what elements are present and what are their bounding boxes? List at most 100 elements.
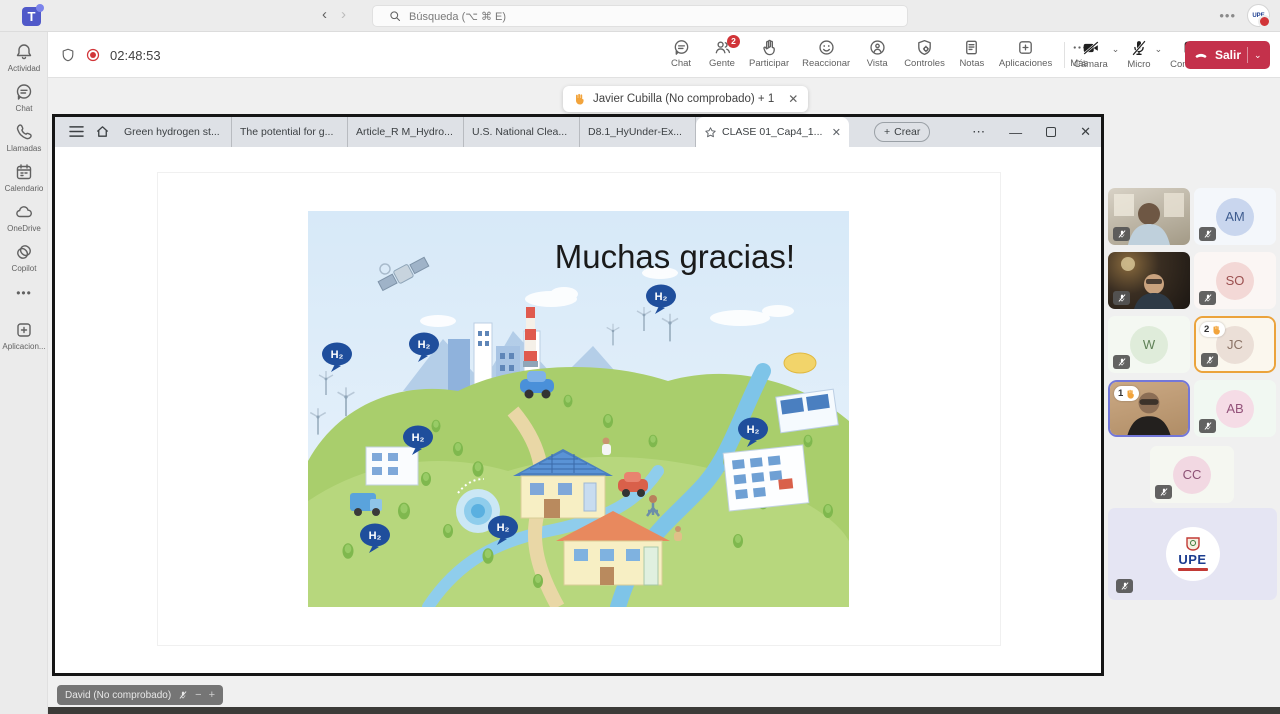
- meeting-timer: 02:48:53: [110, 48, 161, 63]
- sidebar-item-copilot[interactable]: Copilot: [0, 242, 48, 273]
- sidebar-item-calls[interactable]: Llamadas: [0, 122, 48, 153]
- controls-button[interactable]: Controles: [901, 34, 948, 73]
- people-button[interactable]: 2 Gente: [705, 34, 739, 73]
- window-minimize-icon[interactable]: —: [1009, 125, 1022, 140]
- nav-forward-icon[interactable]: ›: [341, 6, 346, 23]
- zoom-out-icon[interactable]: −: [195, 689, 201, 701]
- slide-title: Muchas gracias!: [555, 238, 795, 275]
- participant-tile-am[interactable]: AM: [1194, 188, 1276, 245]
- participant-tile-cc[interactable]: CC: [1150, 446, 1234, 503]
- raised-hand-badge: 2: [1200, 322, 1225, 337]
- raised-hand-icon: [760, 38, 779, 57]
- menu-icon[interactable]: [69, 125, 84, 138]
- office-building: [723, 445, 809, 511]
- participant-tile-jc[interactable]: JC 2: [1194, 316, 1276, 373]
- leave-dropdown-icon[interactable]: ⌄: [1254, 50, 1262, 61]
- camera-off-icon: [1081, 38, 1101, 58]
- camera-dropdown-icon[interactable]: ⌄: [1112, 44, 1120, 55]
- browser-tab[interactable]: Green hydrogen st...: [116, 117, 232, 147]
- notes-button[interactable]: Notas: [955, 34, 989, 73]
- camera-button[interactable]: Cámara: [1072, 34, 1110, 74]
- app-title-bar: T ‹ › Búsqueda (⌥ ⌘ E) ••• UPE: [0, 0, 1280, 32]
- apps-plus-icon: [14, 320, 34, 340]
- slide-illustration: H₂ H₂ H₂ H₂ H₂ H₂ H₂ Muchas gracias!: [308, 211, 849, 607]
- muted-mic-icon: [1113, 227, 1130, 241]
- sidebar-item-activity[interactable]: Actividad: [0, 42, 48, 73]
- leave-button[interactable]: Salir ⌄: [1185, 41, 1270, 69]
- zoom-in-icon[interactable]: +: [209, 689, 215, 701]
- toolbar-divider: [1064, 42, 1065, 68]
- factory-left: [366, 447, 418, 485]
- mic-dropdown-icon[interactable]: ⌄: [1155, 44, 1163, 55]
- window-close-icon[interactable]: ✕: [1080, 124, 1091, 140]
- browser-tab[interactable]: D8.1_HyUnder-Ex...: [580, 117, 696, 147]
- raise-hand-button[interactable]: Participar: [746, 34, 792, 73]
- recording-indicator-icon: [86, 48, 100, 62]
- tab-close-icon[interactable]: ✕: [832, 126, 841, 139]
- participant-video-tile[interactable]: [1108, 188, 1190, 245]
- apps-button[interactable]: Aplicaciones: [996, 34, 1055, 73]
- profile-avatar[interactable]: UPE: [1247, 4, 1270, 27]
- avatar: W: [1130, 326, 1168, 364]
- participant-tile-w[interactable]: W: [1108, 316, 1190, 373]
- new-tab-button[interactable]: +Crear: [874, 122, 930, 142]
- nav-back-icon[interactable]: ‹: [322, 6, 327, 23]
- mic-control: Micro ⌄: [1125, 34, 1168, 74]
- participant-video-tile-david[interactable]: 1: [1108, 380, 1190, 437]
- upe-logo: UPE: [1166, 527, 1220, 581]
- raised-hand-toast[interactable]: Javier Cubilla (No comprobado) + 1 ✕: [563, 86, 808, 112]
- sidebar-item-apps[interactable]: Aplicacion...: [0, 320, 48, 351]
- participant-tile-ab[interactable]: AB: [1194, 380, 1276, 437]
- smiley-icon: [817, 38, 836, 57]
- browser-tab[interactable]: U.S. National Clea...: [464, 117, 580, 147]
- browser-tab[interactable]: The potential for g...: [232, 117, 348, 147]
- chat-icon: [14, 82, 34, 102]
- security-shield-icon: [60, 47, 76, 63]
- search-input[interactable]: Búsqueda (⌥ ⌘ E): [372, 5, 908, 27]
- rooftop-solar-building: [776, 389, 838, 433]
- toast-close-icon[interactable]: ✕: [788, 92, 798, 106]
- view-button[interactable]: Vista: [860, 34, 894, 73]
- presenter-pill[interactable]: David (No comprobado) − +: [57, 685, 223, 705]
- camera-control: Cámara ⌄: [1072, 34, 1125, 74]
- muted-mic-icon: [178, 690, 188, 700]
- react-button[interactable]: Reaccionar: [799, 34, 853, 73]
- search-icon: [389, 10, 401, 22]
- people-count-badge: 2: [727, 35, 740, 48]
- muted-mic-icon: [1113, 291, 1130, 305]
- participant-video-tile[interactable]: [1108, 252, 1190, 309]
- star-icon[interactable]: [704, 126, 717, 139]
- muted-mic-icon: [1199, 419, 1216, 433]
- browser-tab[interactable]: Article_R M_Hydro...: [348, 117, 464, 147]
- participant-tile-so[interactable]: SO: [1194, 252, 1276, 309]
- mic-button[interactable]: Micro: [1125, 34, 1152, 74]
- participant-tile-upe[interactable]: UPE: [1108, 508, 1277, 600]
- teams-logo-icon[interactable]: T: [22, 7, 41, 26]
- muted-mic-icon: [1201, 353, 1218, 367]
- browser-more-icon[interactable]: ⋯: [972, 124, 985, 140]
- view-icon: [868, 38, 887, 57]
- chat-button[interactable]: Chat: [664, 34, 698, 73]
- home-icon[interactable]: [95, 124, 110, 139]
- browser-tab-active[interactable]: CLASE 01_Cap4_1... ✕: [696, 117, 849, 147]
- sidebar-more-icon[interactable]: •••: [0, 286, 48, 300]
- svg-text:H₂: H₂: [747, 424, 760, 436]
- upe-crest-icon: [1185, 537, 1201, 551]
- hand-icon: [1211, 325, 1221, 335]
- calendar-icon: [14, 162, 34, 182]
- window-more-icon[interactable]: •••: [1219, 8, 1236, 23]
- window-maximize-icon[interactable]: [1046, 127, 1056, 137]
- svg-text:H₂: H₂: [655, 291, 668, 303]
- hang-up-icon: [1193, 47, 1209, 63]
- bell-icon: [14, 42, 34, 62]
- avatar: AM: [1216, 198, 1254, 236]
- browser-tab-bar: Green hydrogen st... The potential for g…: [55, 117, 1101, 147]
- shared-screen-window: Green hydrogen st... The potential for g…: [52, 114, 1104, 676]
- sidebar-item-onedrive[interactable]: OneDrive: [0, 202, 48, 233]
- cloud-icon: [14, 202, 34, 222]
- sidebar-item-calendar[interactable]: Calendario: [0, 162, 48, 193]
- apps-plus-icon: [1016, 38, 1035, 57]
- sidebar-item-chat[interactable]: Chat: [0, 82, 48, 113]
- hand-icon: [1125, 389, 1135, 399]
- phone-icon: [14, 122, 34, 142]
